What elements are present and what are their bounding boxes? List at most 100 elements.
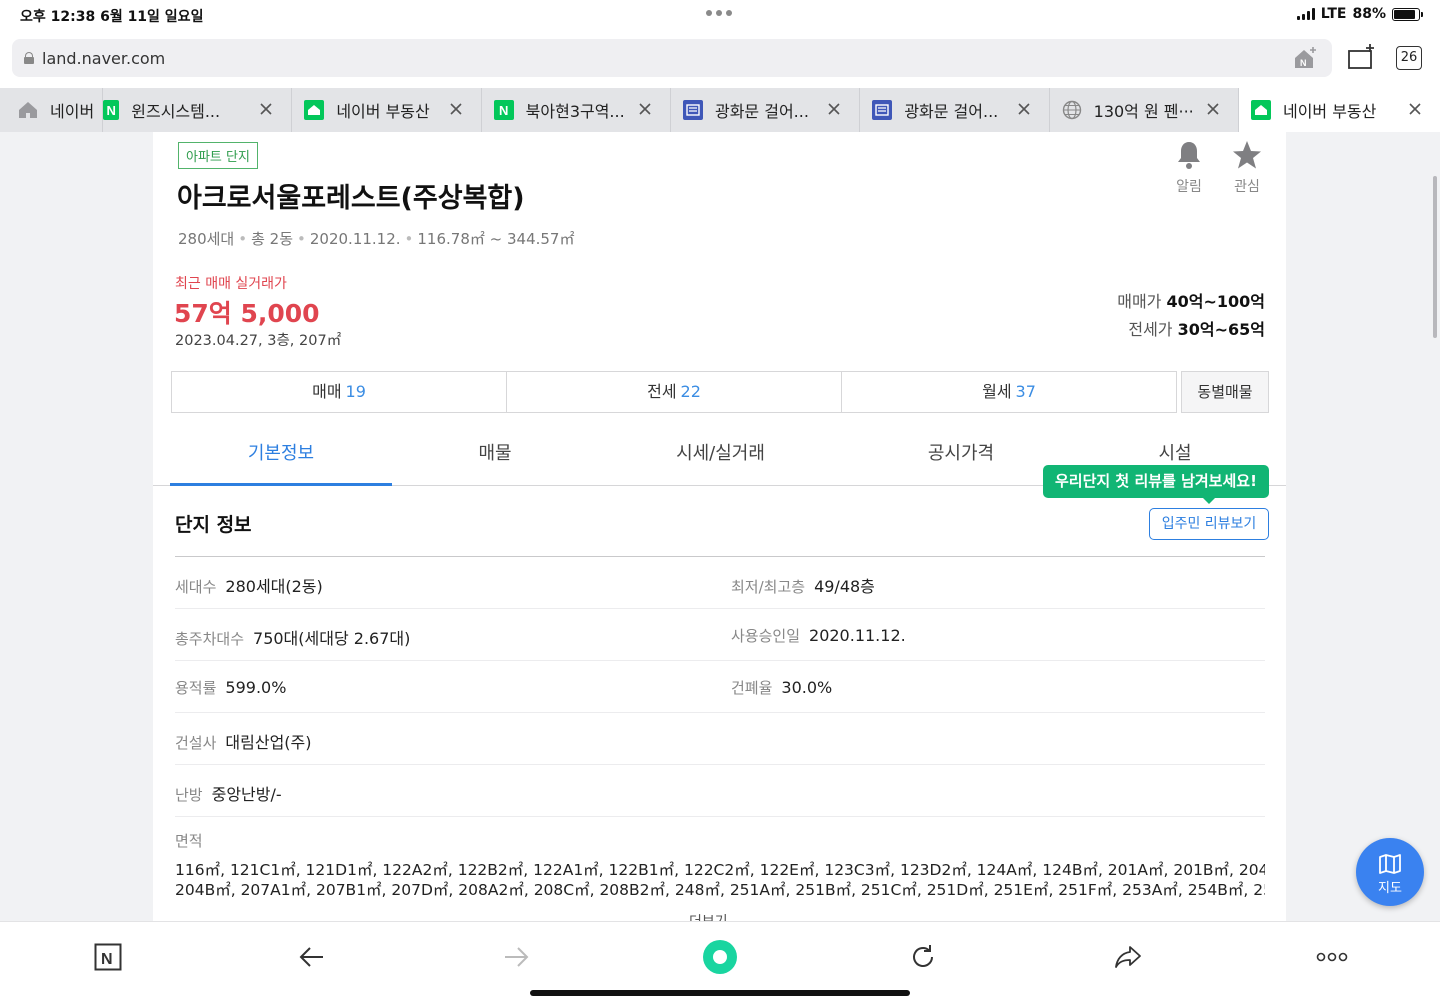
status-time-date: 오후 12:38 6월 11일 일요일 — [20, 9, 204, 25]
info-row: 용적률 599.0% 건폐율 30.0% — [175, 661, 1265, 713]
battery-percent: 88% — [1352, 6, 1386, 22]
complex-info-title: 단지 정보 — [175, 514, 252, 536]
scrollbar[interactable] — [1433, 176, 1437, 338]
tab-item-active[interactable]: 네이버 부동산 — [1238, 88, 1440, 132]
naver-land-icon — [1250, 100, 1271, 120]
close-icon[interactable] — [1408, 102, 1422, 116]
tab-item[interactable]: 130억 원 펜··· — [1050, 88, 1239, 132]
tab-naver-home[interactable]: 네이버 — [0, 88, 104, 132]
area-label: 면적 — [175, 832, 203, 850]
back-button[interactable] — [292, 937, 332, 977]
home-indicator[interactable] — [530, 990, 910, 996]
review-tooltip: 우리단지 첫 리뷰를 남겨보세요! — [1043, 465, 1269, 504]
resident-review-button[interactable]: 입주민 리뷰보기 — [1149, 508, 1269, 540]
info-row: 세대수 280세대(2동) 최저/최고층 49/48층 — [175, 557, 1265, 609]
tab-count-button[interactable]: 26 — [1396, 46, 1422, 70]
close-icon[interactable] — [638, 102, 652, 116]
green-dot-button[interactable] — [700, 937, 740, 977]
close-icon[interactable] — [449, 102, 463, 116]
tab-item[interactable]: 광화문 걸어... — [671, 88, 861, 132]
tab-item[interactable]: N 북아현3구역... — [482, 88, 671, 132]
page-content: 아파트 단지 아크로서울포레스트(주상복합) 280세대 • 총 2동 • 2020.1… — [153, 132, 1286, 921]
forward-button[interactable] — [496, 937, 536, 977]
cell-signal-icon — [1296, 8, 1315, 20]
multitask-dots-icon[interactable] — [706, 10, 732, 16]
lock-icon — [24, 52, 34, 64]
share-button[interactable] — [1108, 937, 1148, 977]
bell-icon — [1178, 142, 1200, 169]
deal-tab-sale[interactable]: 매매 19 — [172, 372, 507, 412]
status-right: LTE 88% — [1296, 6, 1423, 22]
naver-n-icon: N — [94, 943, 122, 971]
info-row: 총주차대수 750대(세대당 2.67대) 사용승인일 2020.11.12. — [175, 609, 1265, 661]
more-button[interactable]: 더보기 ⌄ — [689, 911, 744, 921]
naver-n-icon: N — [493, 100, 514, 120]
floor-area-ratio: 599.0% — [225, 678, 287, 697]
tab-label: 네이버 부동산 — [336, 102, 430, 121]
refresh-button[interactable] — [903, 937, 943, 977]
builder: 대림산업(주) — [225, 733, 312, 752]
deal-type-tabs: 매매 19 전세 22 월세 37 — [171, 371, 1177, 413]
household-count: 280세대(2동) — [225, 577, 323, 596]
jeonse-price-range: 30억~65억 — [1177, 320, 1265, 339]
recent-deal-price: 57억 5,000 — [174, 299, 320, 328]
svg-text:N: N — [101, 951, 113, 968]
svg-text:N: N — [1300, 58, 1307, 68]
naver-home-button[interactable]: N — [88, 937, 128, 977]
new-tab-icon[interactable] — [1348, 44, 1376, 70]
floor-range: 49/48층 — [814, 577, 875, 596]
tab-item[interactable]: 네이버 부동산 — [292, 88, 482, 132]
more-icon — [1316, 952, 1348, 962]
tab-listings[interactable]: 매물 — [392, 432, 598, 485]
home-icon — [18, 100, 38, 120]
network-type: LTE — [1320, 6, 1347, 22]
map-button[interactable]: 지도 — [1356, 838, 1424, 906]
building-coverage: 30.0% — [781, 678, 833, 697]
info-row: 건설사 대림산업(주) — [175, 713, 1265, 765]
approval-date: 2020.11.12. — [309, 230, 401, 248]
complex-type-badge: 아파트 단지 — [178, 142, 258, 169]
close-icon[interactable] — [1206, 102, 1220, 116]
alarm-button[interactable]: 알림 — [1169, 140, 1209, 196]
by-building-listing-button[interactable]: 동별매물 — [1181, 371, 1269, 413]
url-text[interactable]: land.naver.com — [42, 49, 165, 68]
close-icon[interactable] — [827, 102, 841, 116]
address-bar-row: land.naver.com N 26 — [0, 30, 1440, 88]
document-icon — [872, 100, 893, 120]
favorite-button[interactable]: 관심 — [1227, 140, 1267, 196]
complex-title: 아크로서울포레스트(주상복합) — [177, 183, 525, 214]
heating: 중앙난방/- — [211, 785, 282, 804]
add-home-icon[interactable]: N — [1292, 46, 1318, 70]
share-icon — [1115, 946, 1141, 968]
refresh-icon — [913, 945, 933, 967]
more-menu-button[interactable] — [1312, 937, 1352, 977]
arrow-right-icon — [505, 947, 529, 967]
tab-item[interactable]: 광화문 걸어... — [860, 88, 1050, 132]
buildings: 총 2동 — [251, 230, 294, 248]
complex-summary: 280세대 • 총 2동 • 2020.11.12. • 116.78㎡ ~ 344.57㎡ — [178, 230, 575, 248]
deal-tab-jeonse[interactable]: 전세 22 — [507, 372, 842, 412]
tab-item[interactable]: N 윈즈시스템... — [103, 88, 293, 132]
tab-label: 네이버 부동산 — [1282, 102, 1377, 121]
tab-market-price[interactable]: 시세/실거래 — [598, 432, 843, 485]
tab-label: 윈즈시스템... — [131, 102, 221, 121]
document-icon — [682, 100, 703, 120]
naver-n-icon: N — [103, 100, 120, 120]
globe-icon — [1062, 100, 1082, 120]
area-range: 116.78㎡ ~ 344.57㎡ — [417, 230, 575, 248]
households: 280세대 — [178, 230, 235, 248]
battery-icon — [1392, 7, 1423, 21]
address-bar[interactable]: land.naver.com N — [12, 39, 1332, 77]
recent-deal-label: 최근 매매 실거래가 — [175, 276, 287, 292]
area-values: 116㎡, 121C1㎡, 121D1㎡, 122A2㎡, 122B2㎡, 12… — [175, 861, 1265, 899]
deal-tab-monthly[interactable]: 월세 37 — [842, 372, 1176, 412]
tab-label: 네이버 — [50, 102, 95, 121]
sale-price-range: 40억~100억 — [1166, 292, 1265, 311]
tab-basic-info[interactable]: 기본정보 — [170, 432, 392, 486]
arrow-left-icon — [299, 947, 323, 967]
tab-label: 광화문 걸어... — [714, 102, 809, 121]
use-approval-date: 2020.11.12. — [809, 626, 906, 645]
close-icon[interactable] — [1017, 102, 1031, 116]
close-icon[interactable] — [259, 102, 273, 116]
naver-land-icon — [304, 100, 325, 120]
